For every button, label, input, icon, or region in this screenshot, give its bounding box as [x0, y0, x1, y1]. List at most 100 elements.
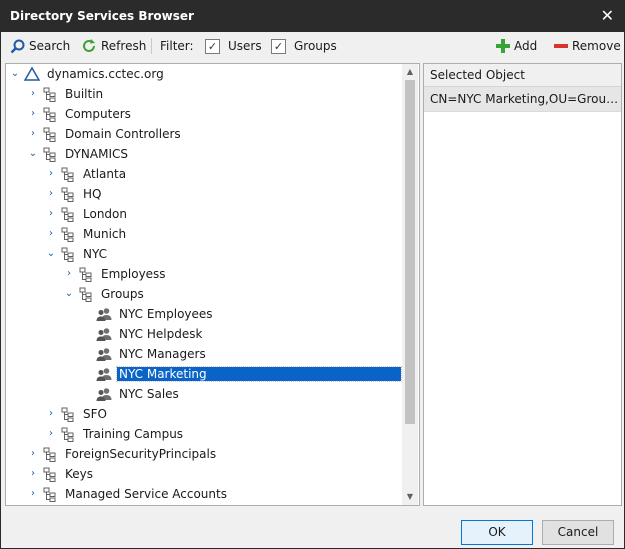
expand-icon[interactable]: ›	[46, 407, 56, 421]
ou-icon	[43, 487, 56, 502]
group-icon	[96, 368, 112, 381]
close-icon[interactable]: ✕	[601, 7, 614, 25]
tree-node-label: Atlanta	[83, 167, 127, 181]
tree-node-root[interactable]: ⌄ dynamics.cctec.org	[6, 64, 402, 84]
tree-node-atlanta[interactable]: › Atlanta	[6, 164, 402, 184]
ou-icon	[79, 267, 92, 282]
ou-icon	[43, 147, 56, 162]
collapse-icon[interactable]: ⌄	[46, 247, 56, 261]
tree-node-domain-controllers[interactable]: › Domain Controllers	[6, 124, 402, 144]
group-icon	[96, 388, 112, 401]
tree-node-label: Munich	[83, 227, 127, 241]
dialog-window: Directory Services Browser ✕ Search Refr…	[0, 0, 625, 549]
tree-node-label: NYC Helpdesk	[119, 327, 203, 341]
search-icon	[10, 39, 25, 53]
directory-tree[interactable]: ⌄ dynamics.cctec.org › Builtin › Compute…	[5, 63, 420, 506]
scroll-up-icon[interactable]: ▲	[402, 64, 418, 80]
cancel-button[interactable]: Cancel	[542, 520, 614, 545]
filter-label: Filter:	[160, 39, 194, 53]
toolbar: Search Refresh Filter: ✓ Users ✓ Groups …	[1, 32, 624, 60]
groups-filter-label: Groups	[294, 39, 337, 53]
ou-icon	[43, 447, 56, 462]
expand-icon[interactable]: ›	[46, 427, 56, 441]
tree-node-nyc[interactable]: ⌄ NYC	[6, 244, 402, 264]
refresh-label: Refresh	[101, 39, 147, 53]
selected-object-value[interactable]: CN=NYC Marketing,OU=Groups,OU=NYC,OU=DYN…	[424, 87, 621, 112]
group-icon	[96, 348, 112, 361]
tree-node-dynamics[interactable]: ⌄ DYNAMICS	[6, 144, 402, 164]
ou-icon	[61, 407, 74, 422]
expand-icon[interactable]: ›	[46, 187, 56, 201]
tree-node-label: Managed Service Accounts	[65, 487, 227, 501]
expand-icon[interactable]: ›	[28, 447, 38, 461]
tree-node-nyc-managers[interactable]: NYC Managers	[6, 344, 402, 364]
tree-node-label: Employess	[101, 267, 166, 281]
tree-node-hq[interactable]: › HQ	[6, 184, 402, 204]
tree-node-label-selected: NYC Marketing	[116, 366, 402, 382]
tree-node-nyc-marketing[interactable]: NYC Marketing	[6, 364, 402, 384]
ou-icon	[43, 467, 56, 482]
expand-icon[interactable]: ›	[64, 267, 74, 281]
expand-icon[interactable]: ›	[46, 167, 56, 181]
expand-icon[interactable]: ›	[28, 467, 38, 481]
ok-button[interactable]: OK	[461, 520, 533, 545]
tree-node-label: SFO	[83, 407, 107, 421]
users-checkbox-box[interactable]: ✓	[205, 38, 220, 54]
ou-icon	[61, 167, 74, 182]
group-icon	[96, 328, 112, 341]
tree-node-label: NYC Sales	[119, 387, 179, 401]
tree-node-groups[interactable]: ⌄ Groups	[6, 284, 402, 304]
minus-icon	[554, 44, 568, 48]
tree-node-foreignsecurityprincipals[interactable]: › ForeignSecurityPrincipals	[6, 444, 402, 464]
refresh-button[interactable]: Refresh	[81, 37, 146, 55]
tree-node-builtin[interactable]: › Builtin	[6, 84, 402, 104]
expand-icon[interactable]: ›	[46, 227, 56, 241]
ou-icon	[61, 227, 74, 242]
remove-button[interactable]: Remove	[554, 37, 621, 55]
tree-node-employess[interactable]: › Employess	[6, 264, 402, 284]
tree-node-label: dynamics.cctec.org	[47, 67, 164, 81]
group-icon	[96, 308, 112, 321]
scrollbar-thumb[interactable]	[405, 80, 415, 424]
tree-node-keys[interactable]: › Keys	[6, 464, 402, 484]
tree-node-munich[interactable]: › Munich	[6, 224, 402, 244]
tree-node-label: ForeignSecurityPrincipals	[65, 447, 217, 461]
ou-icon	[61, 427, 74, 442]
ou-icon	[43, 107, 56, 122]
tree-node-label: Domain Controllers	[65, 127, 181, 141]
add-button[interactable]: Add	[496, 37, 537, 55]
tree-node-nyc-sales[interactable]: NYC Sales	[6, 384, 402, 404]
ou-icon	[61, 207, 74, 222]
collapse-icon[interactable]: ⌄	[28, 147, 38, 161]
expand-icon[interactable]: ›	[28, 127, 38, 141]
tree-node-computers[interactable]: › Computers	[6, 104, 402, 124]
ou-icon	[43, 127, 56, 142]
tree-node-managed-service-accounts[interactable]: › Managed Service Accounts	[6, 484, 402, 504]
expand-icon[interactable]: ›	[46, 207, 56, 221]
tree-node-london[interactable]: › London	[6, 204, 402, 224]
users-filter-checkbox[interactable]: ✓ Users	[205, 37, 262, 55]
tree-scrollbar[interactable]: ▲ ▼	[402, 64, 418, 505]
tree-node-label: HQ	[83, 187, 102, 201]
tree-node-label: Groups	[101, 287, 144, 301]
tree-node-label: NYC	[83, 247, 108, 261]
collapse-icon[interactable]: ⌄	[10, 67, 20, 81]
title-bar: Directory Services Browser ✕	[1, 1, 624, 32]
scroll-down-icon[interactable]: ▼	[402, 489, 418, 505]
add-label: Add	[514, 39, 538, 53]
groups-filter-checkbox[interactable]: ✓ Groups	[271, 37, 337, 55]
expand-icon[interactable]: ›	[28, 87, 38, 101]
expand-icon[interactable]: ›	[28, 487, 38, 501]
expand-icon[interactable]: ›	[28, 107, 38, 121]
collapse-icon[interactable]: ⌄	[64, 287, 74, 301]
tree-node-training-campus[interactable]: › Training Campus	[6, 424, 402, 444]
toolbar-separator	[151, 38, 152, 54]
tree-node-sfo[interactable]: › SFO	[6, 404, 402, 424]
tree-node-label: London	[83, 207, 127, 221]
groups-checkbox-box[interactable]: ✓	[271, 38, 286, 54]
search-button[interactable]: Search	[10, 37, 70, 55]
tree-node-nyc-helpdesk[interactable]: NYC Helpdesk	[6, 324, 402, 344]
tree-node-label: DYNAMICS	[65, 147, 128, 161]
tree-node-nyc-employees[interactable]: NYC Employees	[6, 304, 402, 324]
tree-node-label: Computers	[65, 107, 131, 121]
